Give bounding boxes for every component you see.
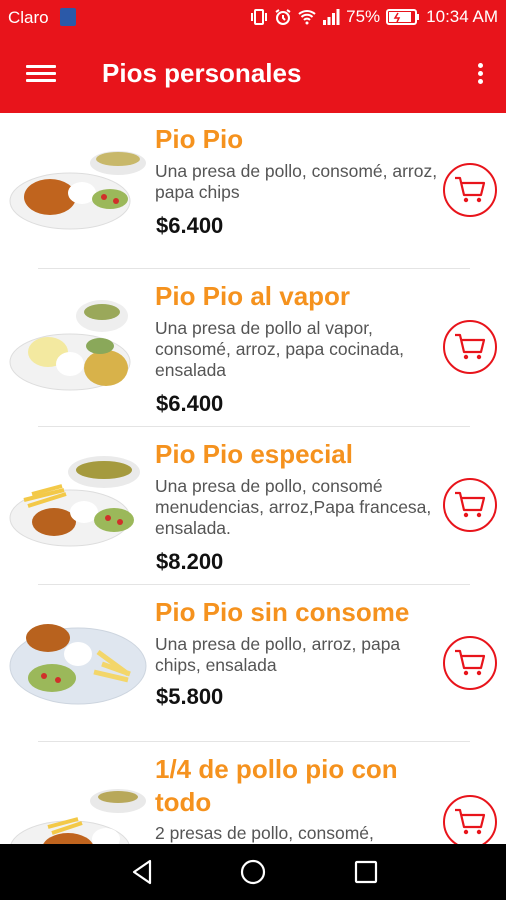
shopping-cart-icon — [455, 176, 486, 203]
item-name: 1/4 de pollo pio con todo — [155, 754, 398, 817]
system-navigation-bar — [0, 844, 506, 900]
item-price: $5.800 — [156, 684, 224, 709]
recents-icon[interactable] — [350, 856, 382, 888]
list-item[interactable]: Pio Pio Una presa de pollo, consomé, arr… — [0, 113, 506, 269]
vibrate-icon — [251, 9, 268, 25]
add-to-cart-button[interactable] — [443, 163, 497, 217]
sim-icon — [60, 8, 76, 26]
item-name: Pio Pio sin consome — [155, 597, 410, 627]
shopping-cart-icon — [455, 491, 486, 518]
carrier-label: Claro — [8, 8, 49, 27]
list-item[interactable]: Pio Pio sin consome Una presa de pollo, … — [0, 586, 506, 742]
shopping-cart-icon — [455, 333, 486, 360]
shopping-cart-icon — [455, 808, 486, 835]
signal-icon — [323, 9, 340, 25]
dish-image — [9, 151, 146, 230]
item-description: Una presa de pollo, arroz, papa chips, e… — [155, 634, 401, 675]
dish-image — [9, 624, 147, 705]
page-title: Pios personales — [102, 58, 302, 88]
item-description: Una presa de pollo, consomé, arroz, papa… — [155, 161, 438, 202]
divider — [38, 584, 470, 585]
alarm-icon — [275, 9, 291, 25]
dish-image — [9, 456, 140, 547]
divider — [38, 741, 470, 742]
item-name: Pio Pio especial — [155, 439, 353, 469]
product-list[interactable]: Pio Pio Una presa de pollo, consomé, arr… — [0, 113, 506, 844]
battery-icon — [386, 9, 420, 25]
shopping-cart-icon — [455, 649, 486, 676]
item-price: $6.400 — [156, 213, 224, 238]
add-to-cart-button[interactable] — [443, 636, 497, 690]
item-description: Una presa de pollo, consomé menudencias,… — [155, 476, 432, 538]
add-to-cart-button[interactable] — [443, 320, 497, 374]
item-description: Una presa de pollo al vapor, consomé, ar… — [155, 318, 405, 380]
status-icons: 75% 10:34 AM — [250, 7, 498, 27]
add-to-cart-button[interactable] — [443, 478, 497, 532]
more-vert-icon[interactable] — [474, 60, 486, 90]
item-name: Pio Pio — [155, 124, 244, 154]
hamburger-icon[interactable] — [26, 61, 56, 89]
app-bar: Pios personales — [0, 36, 506, 113]
battery-percent: 75% — [346, 7, 381, 26]
list-item[interactable]: 1/4 de pollo pio con todo 2 presas de po… — [0, 743, 506, 844]
back-icon[interactable] — [126, 856, 158, 888]
wifi-icon — [298, 10, 316, 25]
divider — [38, 426, 470, 427]
item-description: 2 presas de pollo, consomé, — [155, 823, 374, 843]
divider — [38, 268, 470, 269]
list-item[interactable]: Pio Pio al vapor Una presa de pollo al v… — [0, 270, 506, 427]
list-item[interactable]: Pio Pio especial Una presa de pollo, con… — [0, 428, 506, 585]
clock: 10:34 AM — [426, 7, 498, 26]
item-name: Pio Pio al vapor — [155, 281, 351, 311]
dish-image — [9, 300, 131, 391]
dish-image — [10, 789, 146, 844]
add-to-cart-button[interactable] — [443, 795, 497, 844]
status-bar: Claro 75% 10:34 AM — [0, 0, 506, 36]
home-icon[interactable] — [237, 856, 269, 888]
item-price: $6.400 — [156, 391, 224, 416]
item-price: $8.200 — [156, 549, 224, 574]
